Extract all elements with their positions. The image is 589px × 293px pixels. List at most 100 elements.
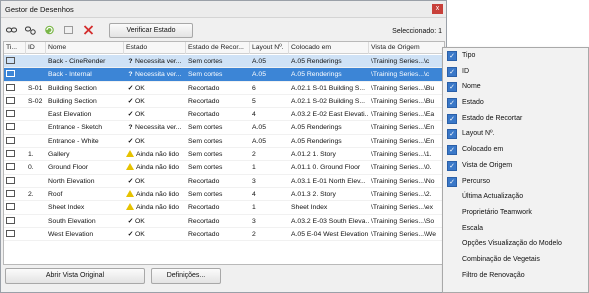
- cell-layout-no-text: 1: [252, 204, 256, 212]
- cell-status-text: Necessita ver...: [135, 124, 182, 132]
- cell-cut-status: Sem cortes: [186, 135, 250, 148]
- cell-status-text: Necessita ver...: [135, 71, 182, 79]
- cell-cut-status-text: Sem cortes: [188, 190, 223, 198]
- cell-origin-view: \Training Series...\Ea: [369, 108, 444, 121]
- table-row[interactable]: North Elevation ✓ OK Recortado 3 A.03.1 E-01 …: [4, 175, 444, 188]
- table-row[interactable]: 0. Ground Floor Ainda não lido Sem cortes 1 A…: [4, 161, 444, 175]
- cell-cut-status-text: Sem cortes: [188, 58, 223, 65]
- menu-item-column-toggle[interactable]: Última Actualização: [443, 189, 588, 205]
- cell-layout-no-text: 4: [252, 190, 256, 198]
- table-row[interactable]: Entrance - White ✓ OK Sem cortes A.05 A.05 Re…: [4, 135, 444, 149]
- col-cut-status[interactable]: Estado de Recor...: [186, 42, 250, 54]
- cell-type: [4, 55, 26, 68]
- col-name[interactable]: Nome: [46, 42, 124, 54]
- cell-status: ✓ OK: [124, 228, 186, 241]
- table-row[interactable]: 2. Roof Ainda não lido Sem cortes 4 A.01.3 2.…: [4, 188, 444, 202]
- cell-cut-status: Recortado: [186, 201, 250, 214]
- cell-origin-view-text: \Training Series...\0.: [371, 164, 432, 172]
- refresh-icon[interactable]: [44, 25, 55, 35]
- menu-item-column-toggle[interactable]: Combinação de Vegetais: [443, 252, 588, 268]
- cell-status: ? Necessita ver...: [124, 121, 186, 134]
- col-origin-view[interactable]: Vista de Origem: [369, 42, 444, 54]
- menu-item-column-toggle[interactable]: Proprietário Teamwork: [443, 205, 588, 221]
- menu-item-column-toggle[interactable]: Filtro de Renovação: [443, 268, 588, 284]
- cell-origin-view-text: \Training Series...\1.: [371, 151, 432, 159]
- cell-cut-status: Sem cortes: [186, 188, 250, 201]
- col-layout-no[interactable]: Layout Nº.: [250, 42, 289, 54]
- table-row[interactable]: Back - CineRender? Necessita ver... Sem co…: [4, 55, 444, 69]
- cell-origin-view: \Training Series...\So: [369, 215, 444, 228]
- menu-item-column-toggle[interactable]: Escala: [443, 221, 588, 237]
- view-icon: [6, 57, 15, 64]
- cell-type: [4, 121, 26, 134]
- table-row[interactable]: South Elevation ✓ OK Recortado 3 A.03.2 E-03 …: [4, 215, 444, 228]
- menu-item-column-toggle[interactable]: ✓ Layout Nº.: [443, 126, 588, 142]
- table-row[interactable]: S-02 Building Section ✓ OK Recortado 5 A.02.1 …: [4, 95, 444, 109]
- menu-item-column-toggle[interactable]: ✓ Estado de Recortar: [443, 111, 588, 127]
- menu-item-column-toggle[interactable]: ✓ ID: [443, 64, 588, 80]
- menu-item-column-toggle[interactable]: ✓ Vista de Origem: [443, 158, 588, 174]
- link-settings-icon[interactable]: [25, 25, 36, 35]
- cell-id: [26, 68, 46, 81]
- col-id[interactable]: ID: [26, 42, 46, 54]
- view-icon: [6, 136, 15, 144]
- footer: Abrir Vista Original Definições...: [1, 265, 446, 293]
- cell-status-text: Ainda não lido: [136, 190, 180, 198]
- cell-name: Building Section: [46, 82, 124, 95]
- cell-name-text: Back - Internal: [48, 71, 92, 79]
- cell-status-text: OK: [135, 137, 145, 145]
- square-icon[interactable]: [63, 25, 74, 35]
- col-status[interactable]: Estado: [124, 42, 186, 54]
- settings-button[interactable]: Definições...: [151, 268, 221, 284]
- cell-id-text: 0.: [28, 164, 34, 172]
- cell-status: ✓ OK: [124, 82, 186, 95]
- cell-cut-status: Sem cortes: [186, 68, 250, 81]
- close-icon[interactable]: x: [432, 4, 443, 14]
- cell-placed-in: A.05 Renderings: [289, 55, 369, 68]
- table-row[interactable]: S-01 Building Section ✓ OK Recortado 6 A.02.1 …: [4, 82, 444, 95]
- table-row[interactable]: East Elevation ✓ OK Recortado 4 A.03.2 E-02 E…: [4, 108, 444, 122]
- menu-item-label: Tipo: [462, 52, 476, 59]
- table-row[interactable]: Entrance - Sketch? Necessita ver... Sem co…: [4, 121, 444, 135]
- menu-item-label: Percurso: [462, 177, 491, 185]
- cell-cut-status: Recortado: [186, 228, 250, 241]
- cell-cut-status-text: Recortado: [188, 97, 220, 105]
- menu-item-column-toggle[interactable]: ✓ Tipo: [443, 48, 588, 64]
- warning-icon: [126, 203, 134, 211]
- cell-cut-status: Recortado: [186, 108, 250, 121]
- menu-item-column-toggle[interactable]: ✓ Percurso: [443, 174, 588, 190]
- cell-placed-in: A.02.1 S-02 Building S...: [289, 95, 369, 108]
- cell-layout-no-text: A.05: [252, 71, 266, 79]
- link-icon[interactable]: [6, 25, 17, 35]
- cell-placed-in-text: A.05 E-04 West Elevation: [291, 230, 369, 238]
- cell-placed-in-text: A.03.2 E-03 South Eleva...: [291, 217, 369, 225]
- open-original-view-button[interactable]: Abrir Vista Original: [5, 268, 145, 284]
- cell-type: [4, 175, 26, 188]
- checkmark-icon: ✓: [447, 66, 457, 77]
- cell-layout-no-text: 3: [252, 177, 256, 185]
- menu-item-column-toggle[interactable]: ✓ Colocado em: [443, 142, 588, 158]
- col-placed-in[interactable]: Colocado em: [289, 42, 369, 54]
- table-row[interactable]: West Elevation ✓ OK Recortado 2 A.05 E-04 Wes…: [4, 228, 444, 242]
- cell-name: Back - CineRender: [46, 55, 124, 68]
- menu-item-column-toggle[interactable]: ✓ Estado: [443, 95, 588, 111]
- cell-id: [26, 175, 46, 188]
- delete-icon[interactable]: [83, 25, 94, 35]
- cell-layout-no-text: 3: [252, 217, 256, 225]
- cell-origin-view: \Training Series...\c: [369, 55, 444, 68]
- toolbar: Verificar Estado Seleccionado: 1: [1, 19, 446, 41]
- cell-name: Sheet Index: [46, 201, 124, 214]
- cell-name: Ground Floor: [46, 161, 124, 174]
- menu-item-column-toggle[interactable]: Opções Visualização do Modelo: [443, 236, 588, 252]
- verify-status-button[interactable]: Verificar Estado: [109, 23, 193, 38]
- cell-status-text: OK: [135, 111, 145, 119]
- cell-name: Roof: [46, 188, 124, 201]
- table-row[interactable]: 1. Gallery Ainda não lido Sem cortes 2 A.01.2…: [4, 148, 444, 162]
- table-row[interactable]: Sheet Index Ainda não lido Recortado 1 Sheet…: [4, 201, 444, 215]
- cell-layout-no: A.05: [250, 121, 289, 134]
- table-row[interactable]: Back - Internal? Necessita ver... Sem cort…: [4, 68, 444, 82]
- menu-item-column-toggle[interactable]: ✓ Nome: [443, 79, 588, 95]
- col-type[interactable]: Ti...: [4, 42, 26, 54]
- cell-name-text: Roof: [48, 190, 63, 198]
- cell-id: 1.: [26, 148, 46, 161]
